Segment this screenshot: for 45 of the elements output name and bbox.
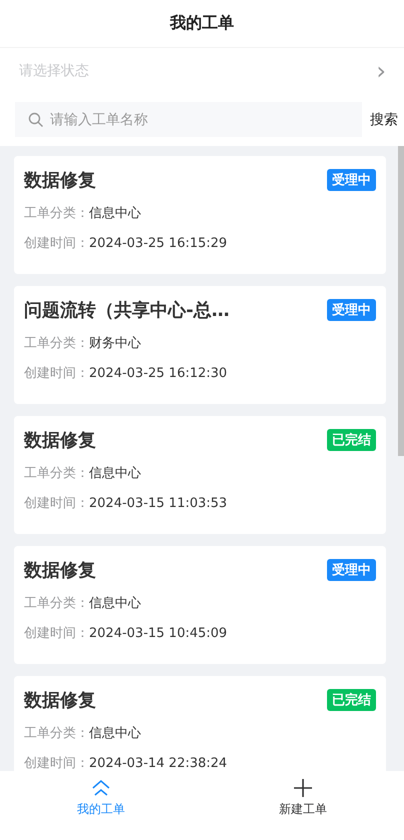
page-title: 我的工单 (170, 13, 234, 34)
time-label: 创建时间： (24, 625, 89, 642)
time-value: 2024-03-25 16:15:29 (89, 236, 228, 250)
category-label: 工单分类： (24, 465, 89, 482)
time-label: 创建时间： (24, 365, 89, 382)
time-value: 2024-03-15 10:45:09 (89, 626, 228, 640)
order-name: 数据修复 (24, 429, 96, 452)
search-button[interactable]: 搜索 (370, 110, 398, 128)
category-value: 信息中心 (89, 725, 141, 742)
search-field[interactable]: 请输入工单名称 (15, 102, 362, 137)
time-label: 创建时间： (24, 235, 89, 252)
category-value: 信息中心 (89, 465, 141, 482)
time-value: 2024-03-25 16:12:30 (89, 366, 228, 380)
order-card[interactable]: 数据修复 已完结 工单分类：信息中心 创建时间：2024-03-14 22:38:24 (14, 676, 386, 771)
time-label: 创建时间： (24, 495, 89, 512)
order-name: 数据修复 (24, 559, 96, 582)
status-tag: 受理中 (327, 559, 376, 581)
status-tag: 受理中 (327, 169, 376, 191)
time-value: 2024-03-14 22:38:24 (89, 756, 228, 770)
order-card[interactable]: 数据修复 受理中 工单分类：信息中心 创建时间：2024-03-25 16:15:29 (14, 156, 386, 274)
order-card[interactable]: 数据修复 受理中 工单分类：信息中心 创建时间：2024-03-15 10:45:09 (14, 546, 386, 664)
order-name: 问题流转（共享中心-总… (24, 299, 230, 322)
time-value: 2024-03-15 11:03:53 (89, 496, 228, 510)
tab-item[interactable]: 新建工单 (202, 771, 404, 840)
order-card[interactable]: 数据修复 已完结 工单分类：信息中心 创建时间：2024-03-15 11:03:53 (14, 416, 386, 534)
category-label: 工单分类： (24, 205, 89, 222)
status-tag: 已完结 (327, 429, 376, 451)
category-label: 工单分类： (24, 595, 89, 612)
status-tag: 受理中 (327, 299, 376, 321)
order-name: 数据修复 (24, 169, 96, 192)
plus-icon (293, 779, 313, 797)
tab-label: 我的工单 (77, 801, 125, 818)
scrollbar[interactable] (398, 146, 404, 456)
tab-item[interactable]: 我的工单 (0, 771, 202, 840)
order-card[interactable]: 问题流转（共享中心-总… 受理中 工单分类：财务中心 创建时间：2024-03-25 16:12:30 (14, 286, 386, 404)
chevron-icon: › (376, 59, 386, 83)
status-tag: 已完结 (327, 689, 376, 711)
tab-label: 新建工单 (279, 801, 327, 818)
time-label: 创建时间： (24, 755, 89, 771)
category-value: 信息中心 (89, 205, 141, 222)
category-label: 工单分类： (24, 335, 89, 352)
order-name: 数据修复 (24, 689, 96, 712)
category-value: 信息中心 (89, 595, 141, 612)
category-label: 工单分类： (24, 725, 89, 742)
category-value: 财务中心 (89, 335, 141, 352)
